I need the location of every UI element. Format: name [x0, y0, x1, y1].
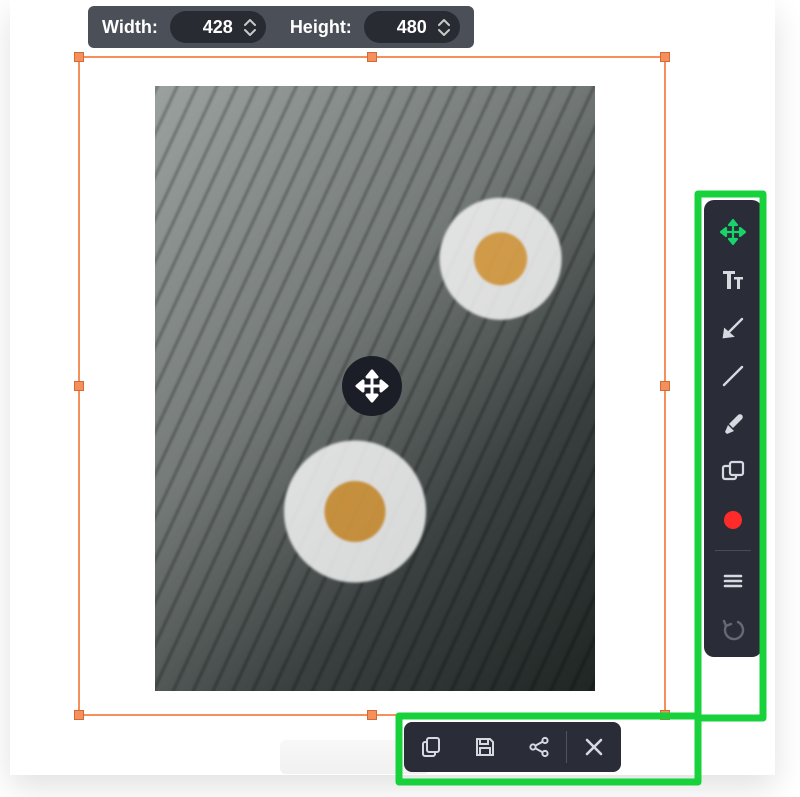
resize-handle-top[interactable]	[367, 52, 377, 62]
highlighter-tool[interactable]	[711, 402, 755, 446]
record-icon	[720, 507, 746, 533]
arrow-icon	[720, 315, 746, 341]
dimension-bar: Width: 428 Height: 480	[88, 6, 474, 48]
action-bar	[404, 722, 621, 772]
share-icon	[527, 735, 551, 759]
chevron-up-icon	[244, 19, 256, 27]
chevron-down-icon	[438, 28, 450, 36]
toolbar-separator	[715, 550, 751, 551]
resize-handle-top-right[interactable]	[660, 52, 670, 62]
height-label: Height:	[290, 17, 352, 38]
resize-handle-top-left[interactable]	[74, 52, 84, 62]
width-input[interactable]: 428	[170, 11, 266, 43]
close-icon	[583, 736, 605, 758]
height-value: 480	[397, 17, 427, 38]
resize-handle-right[interactable]	[660, 381, 670, 391]
crop-selection[interactable]	[78, 56, 666, 716]
line-icon	[720, 363, 746, 389]
chevron-up-icon	[438, 19, 450, 27]
copy-button[interactable]	[404, 722, 458, 772]
shape-icon	[720, 459, 746, 485]
move-icon	[354, 368, 390, 404]
record-tool[interactable]	[711, 498, 755, 542]
width-value: 428	[203, 17, 233, 38]
width-label: Width:	[102, 17, 158, 38]
line-tool[interactable]	[711, 354, 755, 398]
move-icon	[720, 219, 746, 245]
undo-tool[interactable]	[711, 607, 755, 651]
save-icon	[473, 735, 497, 759]
move-tool[interactable]	[711, 210, 755, 254]
highlighter-icon	[720, 411, 746, 437]
text-icon	[720, 267, 746, 293]
text-tool[interactable]	[711, 258, 755, 302]
height-input[interactable]: 480	[364, 11, 460, 43]
resize-handle-left[interactable]	[74, 381, 84, 391]
close-button[interactable]	[567, 722, 621, 772]
chevron-down-icon	[244, 28, 256, 36]
copy-icon	[419, 735, 443, 759]
menu-icon	[721, 569, 745, 593]
move-handle[interactable]	[342, 356, 402, 416]
menu-tool[interactable]	[711, 559, 755, 603]
save-button[interactable]	[458, 722, 512, 772]
undo-icon	[721, 617, 745, 641]
share-button[interactable]	[512, 722, 566, 772]
arrow-tool[interactable]	[711, 306, 755, 350]
width-stepper[interactable]	[244, 11, 258, 43]
height-stepper[interactable]	[438, 11, 452, 43]
resize-handle-bottom-left[interactable]	[74, 710, 84, 720]
resize-handle-bottom[interactable]	[367, 710, 377, 720]
annotation-toolbar	[704, 200, 762, 657]
shape-tool[interactable]	[711, 450, 755, 494]
resize-handle-bottom-right[interactable]	[660, 710, 670, 720]
